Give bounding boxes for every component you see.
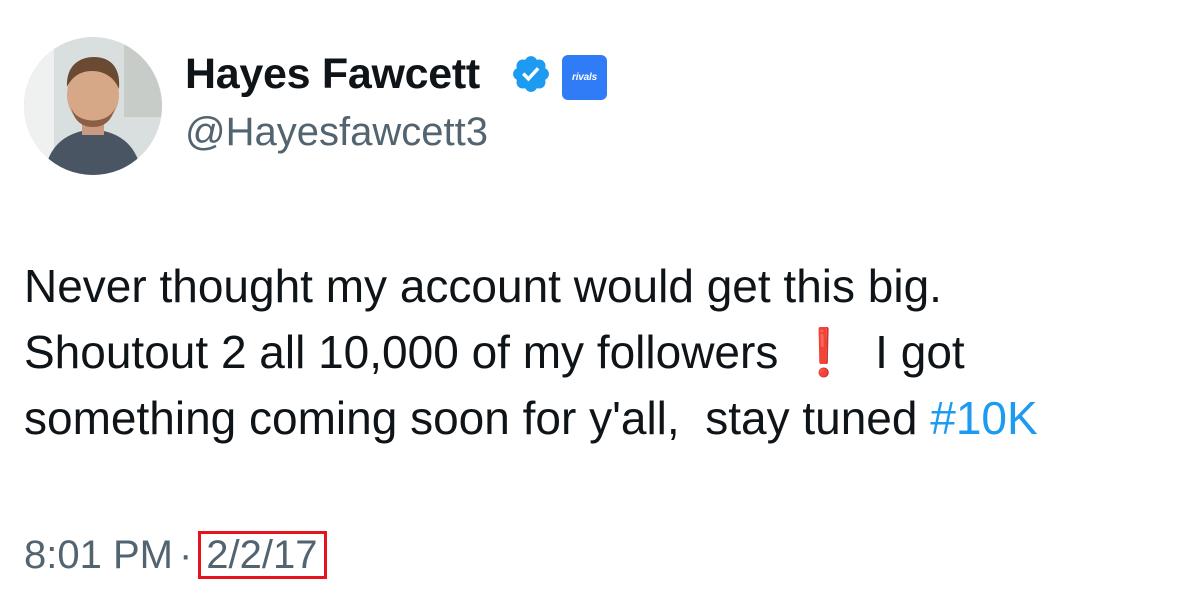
verified-badge-icon — [513, 56, 549, 92]
meta-separator: · — [178, 533, 193, 577]
tweet-card: Hayes Fawcett rivals @Hayesfawcett3 Neve… — [0, 0, 1200, 613]
tweet-date[interactable]: 2/2/17 — [198, 531, 327, 579]
avatar[interactable] — [24, 37, 162, 175]
affiliation-badge[interactable]: rivals — [562, 55, 607, 100]
user-handle[interactable]: @Hayesfawcett3 — [185, 108, 488, 156]
tweet-text-segment: I got — [875, 326, 965, 378]
tweet-text-segment: Shoutout 2 all 10,000 of my followers — [24, 326, 779, 378]
exclamation-emoji-icon: ❗ — [795, 326, 853, 378]
hashtag-link[interactable]: #10K — [930, 392, 1037, 444]
user-display-name[interactable]: Hayes Fawcett — [185, 48, 480, 100]
tweet-text-segment: something coming soon for y'all, stay tu… — [24, 392, 931, 444]
tweet-time[interactable]: 8:01 PM — [24, 533, 173, 577]
tweet-metadata: 8:01 PM · 2/2/17 — [24, 531, 327, 579]
tweet-text-line-2: Shoutout 2 all 10,000 of my followers ❗ … — [24, 319, 1184, 385]
tweet-text-line-3: something coming soon for y'all, stay tu… — [24, 385, 1184, 451]
tweet-text-line-1: Never thought my account would get this … — [24, 260, 942, 312]
tweet-text: Never thought my account would get this … — [24, 253, 1184, 451]
